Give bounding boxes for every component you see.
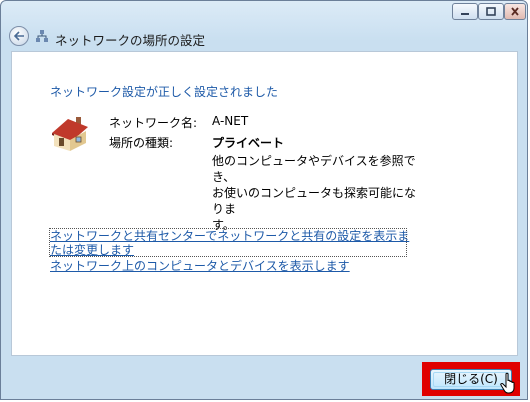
home-network-icon [52,117,88,151]
status-heading: ネットワーク設定が正しく設定されました [50,85,279,99]
sharing-center-link[interactable]: ネットワークと共有センターでネットワークと共有の設定を表示または変更します [50,229,410,257]
location-type-label: 場所の種類: [109,136,174,150]
view-computers-link[interactable]: ネットワーク上のコンピュータとデバイスを表示します [50,257,350,274]
window-title: ネットワークの場所の設定 [55,33,206,48]
network-name-value: A-NET [212,114,249,128]
maximize-button[interactable] [478,3,504,20]
minimize-icon [461,12,469,15]
network-name-label: ネットワーク名: [109,116,198,130]
description-line: お使いのコンピュータも探索可能になりま [212,186,417,216]
minimize-button[interactable] [452,3,478,20]
location-type-value: プライベート [212,136,285,150]
navigation-bar: ネットワークの場所の設定 [1,23,527,51]
mouse-cursor-icon [500,372,515,394]
location-description: 他のコンピュータやデバイスを参照でき、 お使いのコンピュータも探索可能になりま … [212,153,422,233]
network-icon [36,30,48,42]
maximize-icon [486,7,496,16]
back-button[interactable] [9,26,29,46]
close-window-button[interactable] [504,3,526,20]
content-panel: ネットワーク設定が正しく設定されました ネットワーク名: A-NET 場所の種類… [11,51,518,356]
close-icon [511,7,519,16]
dialog-window: ネットワークの場所の設定 ネットワーク設定が正しく設定されました ネットワーク名… [0,0,528,400]
close-button-label: 閉じる(C) [444,372,498,386]
description-line: 他のコンピュータやデバイスを参照でき、 [212,154,416,184]
back-arrow-icon [13,31,24,41]
